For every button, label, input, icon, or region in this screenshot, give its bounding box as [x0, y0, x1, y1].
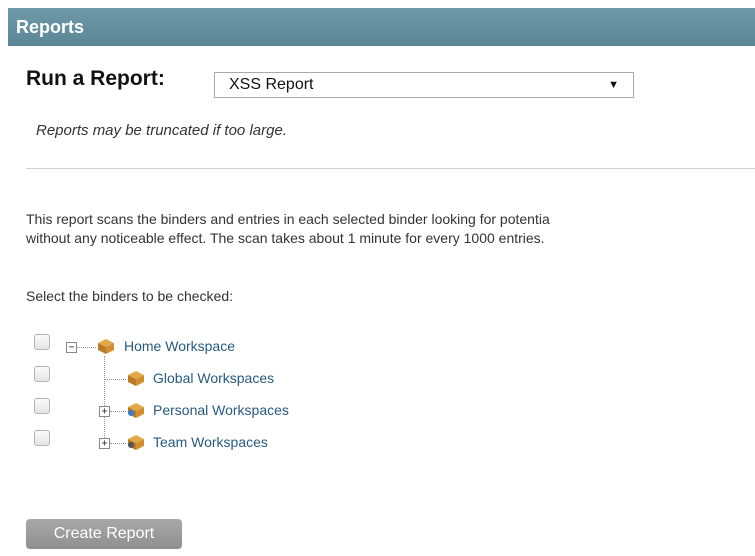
checkbox-personal-workspaces[interactable] — [34, 398, 50, 414]
dropdown-arrow-icon: ▼ — [608, 79, 619, 91]
description-line-1: This report scans the binders and entrie… — [26, 211, 550, 227]
tree-connector — [110, 411, 126, 412]
checkbox-team-workspaces[interactable] — [34, 430, 50, 446]
select-binders-label: Select the binders to be checked: — [26, 288, 234, 304]
workspace-folder-icon — [126, 369, 146, 387]
header-title: Reports — [16, 17, 85, 37]
tree-node-global-workspaces[interactable]: Global Workspaces — [153, 370, 274, 386]
truncation-note: Reports may be truncated if too large. — [36, 122, 287, 139]
workspace-folder-icon — [96, 337, 116, 355]
checkbox-home-workspace[interactable] — [34, 334, 50, 350]
checkbox-global-workspaces[interactable] — [34, 366, 50, 382]
divider — [26, 168, 755, 169]
tree-connector — [104, 379, 126, 380]
collapse-icon[interactable]: − — [66, 342, 77, 353]
reports-header: Reports — [8, 8, 755, 46]
create-report-button[interactable]: Create Report — [26, 519, 182, 549]
description-line-2: without any noticeable effect. The scan … — [26, 230, 545, 246]
tree-node-personal-workspaces[interactable]: Personal Workspaces — [153, 402, 289, 418]
personal-workspace-icon — [126, 401, 146, 419]
report-type-select[interactable]: XSS Report ▼ — [214, 72, 634, 98]
run-report-label: Run a Report: — [26, 67, 165, 90]
team-workspace-icon — [126, 433, 146, 451]
tree-node-team-workspaces[interactable]: Team Workspaces — [153, 434, 268, 450]
selected-report: XSS Report — [229, 76, 314, 93]
tree-connector — [110, 443, 126, 444]
report-description: This report scans the binders and entrie… — [26, 210, 755, 248]
expand-icon[interactable]: + — [99, 406, 110, 417]
tree-node-home-workspace[interactable]: Home Workspace — [124, 338, 235, 354]
expand-icon[interactable]: + — [99, 438, 110, 449]
tree-connector — [104, 356, 105, 442]
